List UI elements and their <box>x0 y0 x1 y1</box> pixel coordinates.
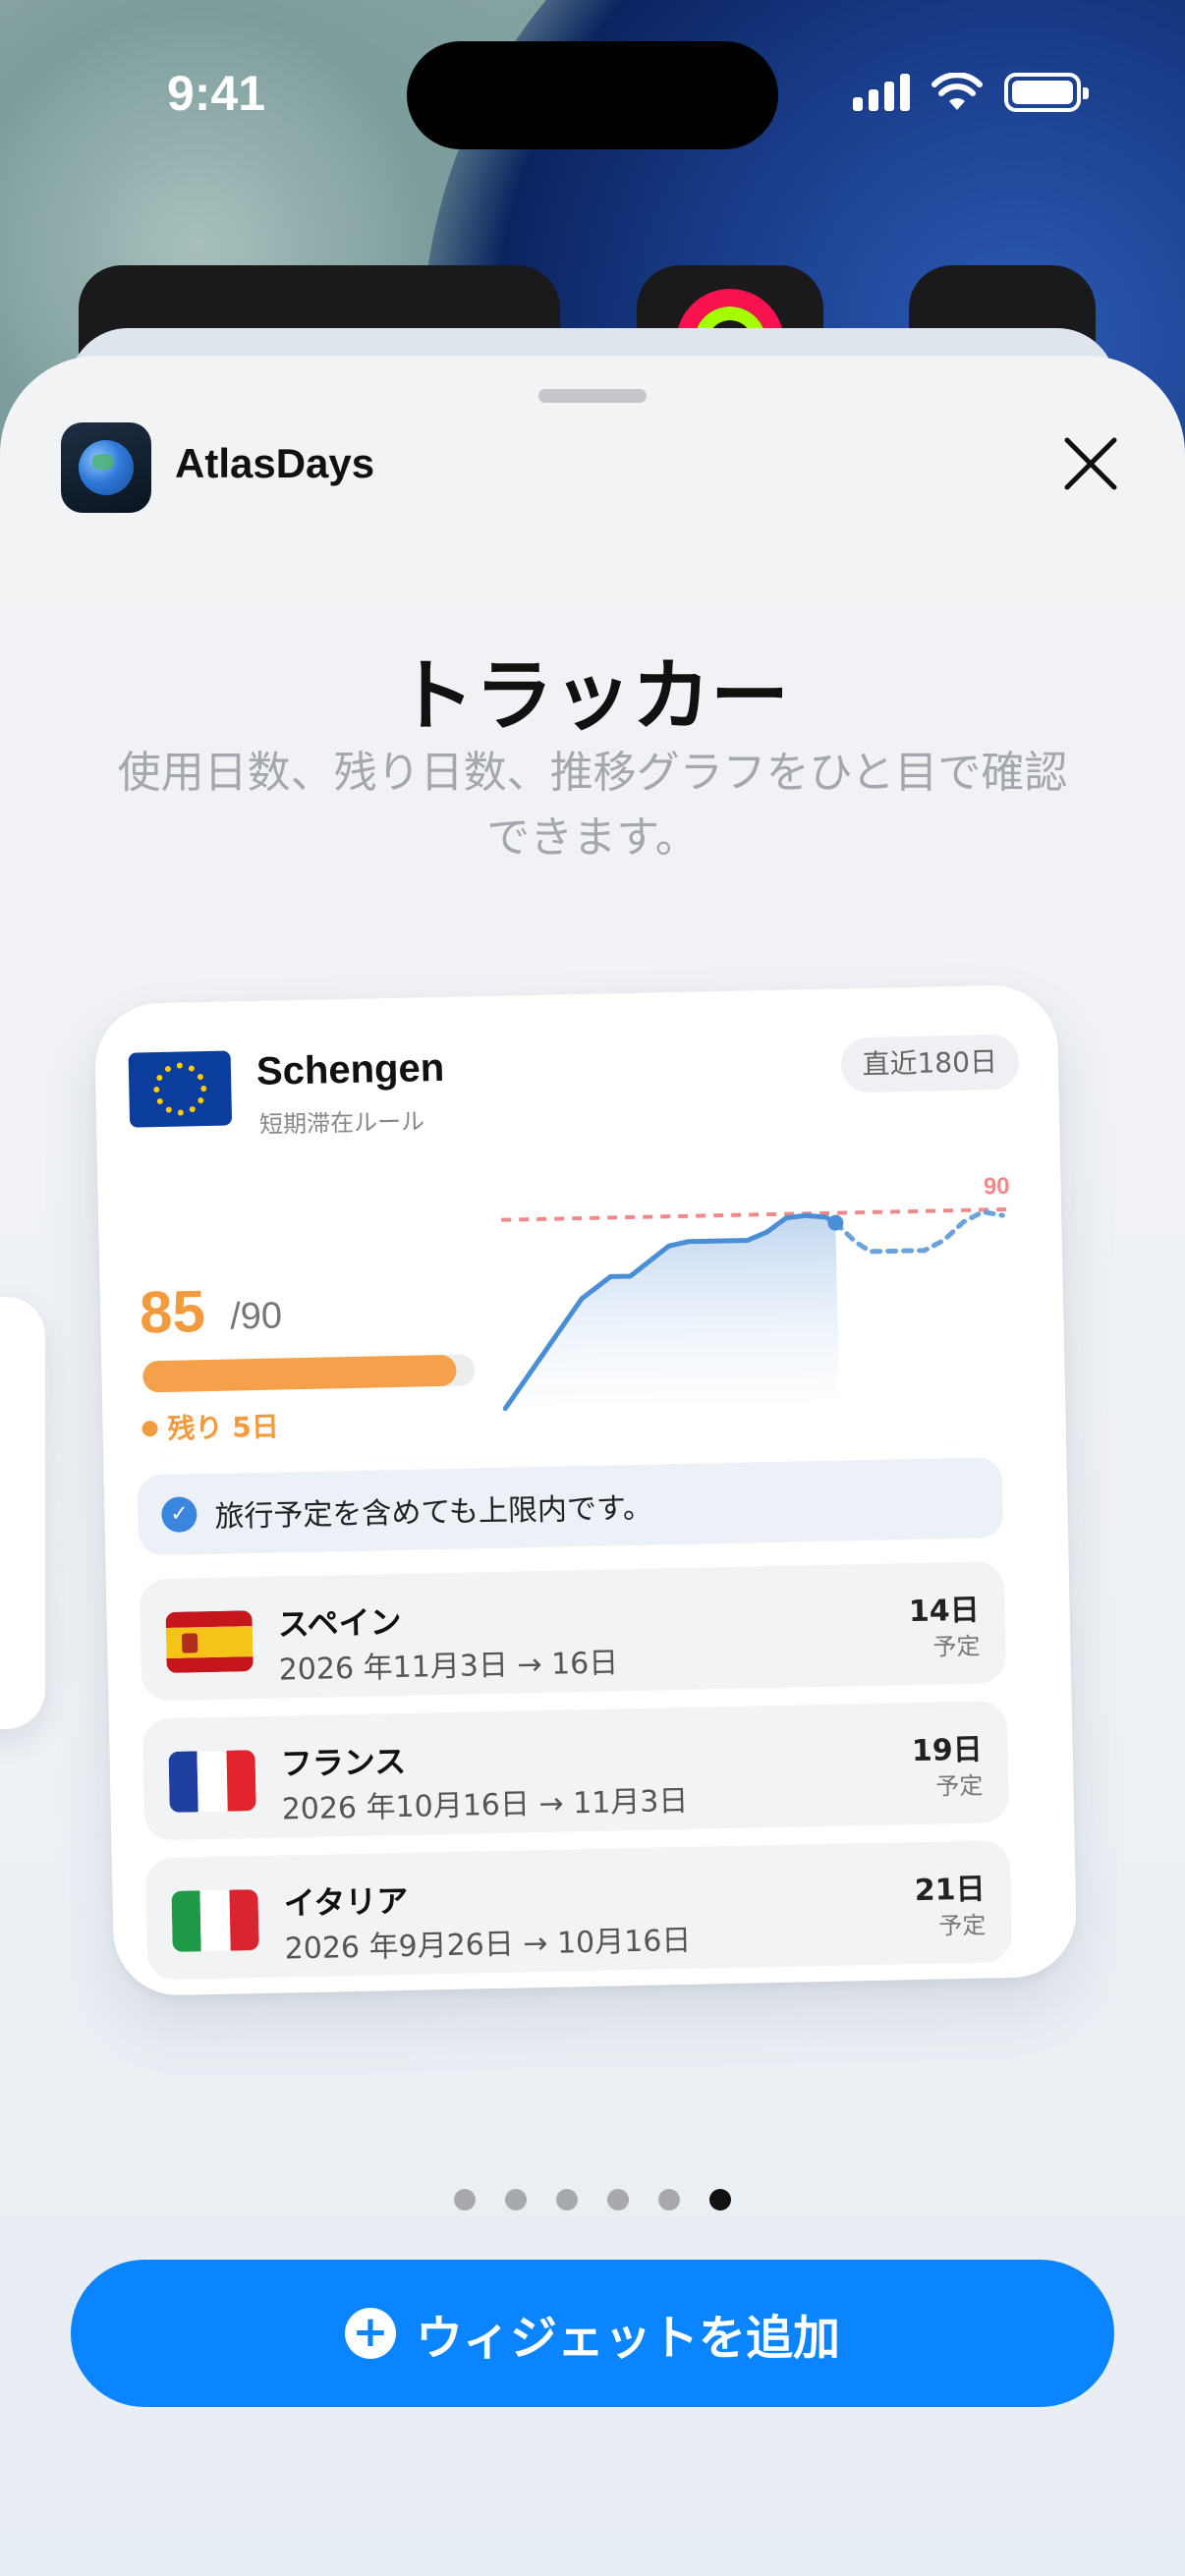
limit-line <box>501 1206 1013 1222</box>
used-days-value: 85 <box>139 1278 206 1346</box>
trip-days: 21日 <box>914 1872 986 1909</box>
eu-star-icon <box>177 1109 184 1116</box>
trip-country: フランス <box>280 1742 407 1783</box>
trip-dates: 2026 年10月16日 → 11月3日 <box>281 1783 689 1827</box>
france-flag-icon <box>168 1750 256 1813</box>
trip-days: 19日 <box>911 1732 983 1769</box>
page-indicator[interactable] <box>0 2189 1185 2211</box>
trip-kind: 予定 <box>938 1911 987 1940</box>
window-badge: 直近180日 <box>839 1034 1020 1093</box>
app-icon <box>61 422 151 513</box>
plus-circle-icon: + <box>344 2308 396 2359</box>
page-subtitle: 使用日数、残り日数、推移グラフをひと目で確認できます。 <box>117 748 1068 863</box>
trip-row[interactable]: スペイン 2026 年11月3日 → 16日 14日 予定 <box>139 1561 1007 1702</box>
eu-star-icon <box>156 1097 163 1104</box>
eu-star-icon <box>156 1074 163 1081</box>
trip-dates: 2026 年9月26日 → 10月16日 <box>284 1923 692 1967</box>
status-time: 9:41 <box>167 66 266 121</box>
eu-star-icon <box>165 1106 172 1113</box>
trip-row[interactable]: フランス 2026 年10月16日 → 11月3日 19日 予定 <box>141 1701 1010 1841</box>
widget-gallery-sheet: AtlasDays トラッカー 使用日数、残り日数、推移グラフをひと目で確認でき… <box>0 356 1185 2576</box>
orange-dot-icon <box>141 1421 158 1437</box>
sheet-grabber[interactable] <box>538 389 647 403</box>
dynamic-island <box>407 41 778 149</box>
page-dot[interactable] <box>505 2189 527 2211</box>
eu-star-icon <box>176 1062 183 1069</box>
trip-kind: 予定 <box>932 1632 981 1661</box>
eu-star-icon <box>189 1106 196 1113</box>
wifi-icon <box>931 73 983 110</box>
zone-rule: 短期滞在ルール <box>258 1107 425 1139</box>
limit-line-label: 90 <box>984 1173 1010 1201</box>
eu-flag-icon <box>128 1050 233 1128</box>
limit-value: /90 <box>229 1295 283 1338</box>
eu-star-icon <box>188 1065 195 1072</box>
add-widget-label: ウィジェットを追加 <box>415 2311 840 2366</box>
trip-days: 14日 <box>908 1593 981 1630</box>
cellular-signal-icon <box>853 74 910 111</box>
globe-icon <box>79 440 134 495</box>
eu-star-icon <box>153 1087 160 1093</box>
eu-star-icon <box>198 1097 204 1104</box>
spain-flag-icon <box>165 1610 254 1673</box>
checkmark-icon: ✓ <box>161 1496 198 1534</box>
usage-progress-fill <box>142 1354 457 1393</box>
page-dot[interactable] <box>607 2189 629 2211</box>
trip-dates: 2026 年11月3日 → 16日 <box>278 1646 619 1688</box>
page-dot[interactable] <box>709 2189 731 2211</box>
trip-country: スペイン <box>277 1602 402 1644</box>
page-dot[interactable] <box>454 2189 476 2211</box>
trip-country: イタリア <box>283 1881 409 1923</box>
tracker-widget-preview[interactable]: Schengen 短期滞在ルール 直近180日 85 /90 残り 5日 90 … <box>93 983 1078 1997</box>
status-notice: ✓ 旅行予定を含めても上限内です。 <box>137 1457 1004 1556</box>
previous-widget-preview[interactable] <box>0 1297 45 1729</box>
add-widget-button[interactable]: + ウィジェットを追加 <box>71 2260 1114 2407</box>
remaining-days-label: 残り 5日 <box>167 1410 280 1445</box>
projected-usage-line <box>832 1208 1005 1255</box>
app-name: AtlasDays <box>175 440 375 486</box>
notice-text: 旅行予定を含めても上限内です。 <box>214 1490 653 1535</box>
italy-flag-icon <box>171 1889 259 1952</box>
status-bar: 9:41 <box>0 0 1185 187</box>
eu-star-icon <box>164 1066 171 1073</box>
close-icon[interactable] <box>1051 424 1130 503</box>
status-icons <box>853 73 1089 112</box>
eu-star-icon <box>200 1086 207 1092</box>
zone-name: Schengen <box>255 1045 445 1093</box>
page-dot[interactable] <box>556 2189 578 2211</box>
remaining-days: 残り 5日 <box>141 1406 279 1448</box>
usage-progress-bar <box>142 1354 476 1393</box>
usage-trend-chart: 90 <box>501 1173 1013 1412</box>
battery-icon <box>1004 73 1089 112</box>
eu-star-icon <box>197 1074 203 1081</box>
page-dot[interactable] <box>658 2189 680 2211</box>
trip-row[interactable]: イタリア 2026 年9月26日 → 10月16日 21日 予定 <box>144 1840 1013 1981</box>
trip-kind: 予定 <box>935 1771 984 1801</box>
page-title: トラッカー <box>396 650 789 742</box>
